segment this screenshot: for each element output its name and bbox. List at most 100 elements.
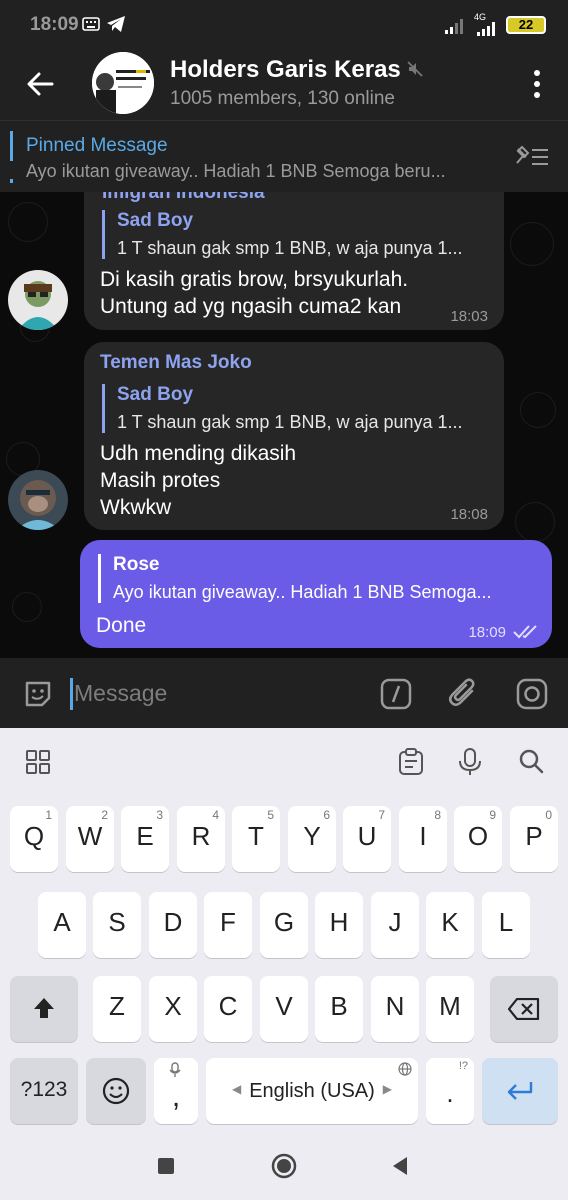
message-bubble[interactable]: Temen Mas Joko Sad Boy 1 T shaun gak smp… bbox=[84, 342, 504, 530]
own-message-bubble[interactable]: Rose Ayo ikutan giveaway.. Hadiah 1 BNB … bbox=[80, 540, 552, 648]
chat-messages-area[interactable]: Imigran Indonesia Sad Boy 1 T shaun gak … bbox=[0, 192, 568, 658]
message-text: Udh mending dikasih Masih protes Wkwkw bbox=[100, 442, 297, 519]
key-y[interactable]: 6Y bbox=[288, 806, 336, 872]
pinned-title: Pinned Message bbox=[26, 135, 168, 156]
smiley-icon bbox=[102, 1077, 130, 1105]
search-icon[interactable] bbox=[518, 748, 544, 774]
key-t[interactable]: 5T bbox=[232, 806, 280, 872]
more-options-icon[interactable] bbox=[532, 68, 542, 100]
reply-author: Sad Boy bbox=[117, 384, 194, 405]
signal-icon bbox=[445, 19, 463, 34]
key-r[interactable]: 4R bbox=[177, 806, 225, 872]
key-e[interactable]: 3E bbox=[121, 806, 169, 872]
symbols-key[interactable]: ?123 bbox=[10, 1058, 78, 1124]
backspace-icon bbox=[508, 998, 540, 1020]
group-title[interactable]: Holders Garis Keras bbox=[170, 56, 401, 84]
chat-header: Holders Garis Keras 1005 members, 130 on… bbox=[0, 52, 568, 120]
message-text: Di kasih gratis brow, brsyukurlah. Untun… bbox=[100, 268, 409, 318]
key-d[interactable]: D bbox=[149, 892, 197, 958]
shift-arrow-icon bbox=[34, 998, 54, 1018]
message-bubble[interactable]: Imigran Indonesia Sad Boy 1 T shaun gak … bbox=[84, 192, 504, 330]
shift-key[interactable] bbox=[10, 976, 78, 1042]
telegram-notification-icon bbox=[107, 16, 125, 32]
reply-text: 1 T shaun gak smp 1 BNB, w aja punya 1..… bbox=[117, 412, 463, 432]
pinned-list-icon[interactable] bbox=[514, 145, 550, 169]
key-n[interactable]: N bbox=[371, 976, 419, 1042]
battery-indicator: 22 bbox=[506, 16, 546, 34]
key-m[interactable]: M bbox=[426, 976, 474, 1042]
key-w[interactable]: 2W bbox=[66, 806, 114, 872]
enter-key[interactable] bbox=[482, 1058, 558, 1124]
message-text: Done bbox=[96, 614, 147, 637]
key-l[interactable]: L bbox=[482, 892, 530, 958]
key-i[interactable]: 8I bbox=[399, 806, 447, 872]
reply-author: Rose bbox=[113, 554, 160, 575]
sticker-emoji-icon[interactable] bbox=[22, 678, 54, 710]
reply-quote[interactable]: Sad Boy 1 T shaun gak smp 1 BNB, w aja p… bbox=[102, 384, 492, 433]
voice-input-hint-icon bbox=[169, 1062, 181, 1077]
status-time: 18:09 bbox=[30, 14, 79, 35]
text-cursor bbox=[70, 678, 73, 710]
key-q[interactable]: 1Q bbox=[10, 806, 58, 872]
bot-commands-icon[interactable] bbox=[380, 678, 412, 710]
avatar-image bbox=[8, 270, 68, 330]
message-sender[interactable]: Temen Mas Joko bbox=[100, 352, 252, 374]
key-p[interactable]: 0P bbox=[510, 806, 558, 872]
status-bar: 18:09 4G 22 bbox=[0, 0, 568, 52]
group-avatar-image bbox=[92, 52, 154, 114]
key-c[interactable]: C bbox=[204, 976, 252, 1042]
period-key[interactable]: !? . bbox=[426, 1058, 474, 1124]
key-s[interactable]: S bbox=[93, 892, 141, 958]
reply-quote[interactable]: Rose Ayo ikutan giveaway.. Hadiah 1 BNB … bbox=[98, 554, 538, 603]
microphone-icon[interactable] bbox=[458, 748, 482, 776]
camera-icon[interactable] bbox=[516, 678, 548, 710]
message-time: 18:09 bbox=[468, 624, 506, 641]
comma-key[interactable]: , bbox=[154, 1058, 198, 1124]
user-avatar-temen-mas-joko[interactable] bbox=[8, 470, 68, 530]
message-time: 18:08 bbox=[450, 506, 488, 523]
message-sender[interactable]: Imigran Indonesia bbox=[102, 192, 265, 204]
muted-icon bbox=[407, 61, 423, 77]
user-avatar-imigran[interactable] bbox=[8, 270, 68, 330]
emoji-key[interactable] bbox=[86, 1058, 146, 1124]
backspace-key[interactable] bbox=[490, 976, 558, 1042]
key-j[interactable]: J bbox=[371, 892, 419, 958]
key-o[interactable]: 9O bbox=[454, 806, 502, 872]
key-z[interactable]: Z bbox=[93, 976, 141, 1042]
reply-author: Sad Boy bbox=[117, 210, 194, 231]
message-input-bar: Message bbox=[0, 658, 568, 728]
key-u[interactable]: 7U bbox=[343, 806, 391, 872]
key-a[interactable]: A bbox=[38, 892, 86, 958]
reply-text: Ayo ikutan giveaway.. Hadiah 1 BNB Semog… bbox=[113, 582, 492, 602]
group-avatar[interactable] bbox=[92, 52, 154, 114]
soft-keyboard: 1Q 2W 3E 4R 5T 6Y 7U 8I 9O 0P A S D F G … bbox=[0, 728, 568, 1136]
key-v[interactable]: V bbox=[260, 976, 308, 1042]
key-b[interactable]: B bbox=[315, 976, 363, 1042]
message-time: 18:03 bbox=[450, 308, 488, 325]
group-members-status: 1005 members, 130 online bbox=[170, 88, 395, 109]
key-g[interactable]: G bbox=[260, 892, 308, 958]
key-x[interactable]: X bbox=[149, 976, 197, 1042]
avatar-image bbox=[8, 470, 68, 530]
pinned-text: Ayo ikutan giveaway.. Hadiah 1 BNB Semog… bbox=[26, 161, 446, 181]
back-arrow-icon[interactable] bbox=[24, 68, 56, 100]
reply-quote[interactable]: Sad Boy 1 T shaun gak smp 1 BNB, w aja p… bbox=[102, 210, 492, 259]
key-h[interactable]: H bbox=[315, 892, 363, 958]
key-f[interactable]: F bbox=[204, 892, 252, 958]
reply-text: 1 T shaun gak smp 1 BNB, w aja punya 1..… bbox=[117, 238, 463, 258]
back-nav-icon[interactable] bbox=[390, 1155, 410, 1177]
space-bar[interactable]: ◀ English (USA) ▶ bbox=[206, 1058, 418, 1124]
recent-apps-icon[interactable] bbox=[156, 1156, 176, 1176]
signal-4g-icon bbox=[477, 22, 495, 36]
key-k[interactable]: K bbox=[426, 892, 474, 958]
home-icon[interactable] bbox=[270, 1152, 298, 1180]
language-next-icon: ▶ bbox=[382, 1082, 392, 1096]
read-checkmarks-icon bbox=[513, 625, 537, 639]
globe-icon bbox=[398, 1062, 412, 1076]
pinned-message-bar[interactable]: Pinned Message Ayo ikutan giveaway.. Had… bbox=[0, 120, 568, 192]
message-input[interactable]: Message bbox=[74, 680, 167, 707]
clipboard-icon[interactable] bbox=[398, 748, 424, 776]
apps-grid-icon[interactable] bbox=[26, 750, 50, 774]
attach-paperclip-icon[interactable] bbox=[448, 676, 480, 712]
enter-arrow-icon bbox=[507, 1082, 533, 1100]
